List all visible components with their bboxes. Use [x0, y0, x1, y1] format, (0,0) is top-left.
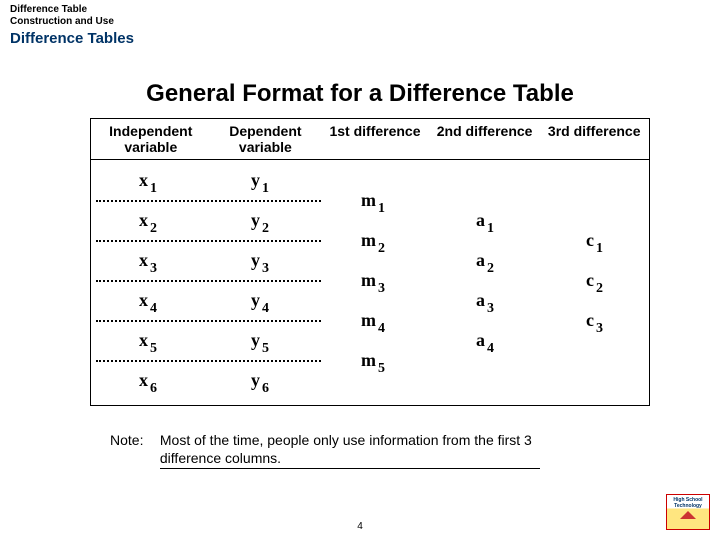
footnote-label: Note:	[110, 432, 156, 450]
col-header-3rd-diff: 3rd difference	[539, 119, 649, 159]
cell-x1: x1	[139, 170, 155, 191]
header-line-1: Difference Table	[10, 4, 87, 15]
slide-title: General Format for a Difference Table	[0, 80, 720, 108]
cell-y1: y1	[251, 170, 267, 191]
cell-c3: c3	[586, 310, 601, 331]
cell-y6: y6	[251, 370, 267, 391]
cell-a2: a2	[476, 250, 492, 271]
cell-a1: a1	[476, 210, 492, 231]
page-number: 4	[0, 521, 720, 532]
logo-badge: High SchoolTechnology	[666, 494, 710, 530]
cell-x5: x5	[139, 330, 155, 351]
row-separator	[96, 280, 321, 282]
row-separator	[96, 240, 321, 242]
row-separator	[96, 360, 321, 362]
cell-a3: a3	[476, 290, 492, 311]
cell-y5: y5	[251, 330, 267, 351]
cell-y4: y4	[251, 290, 267, 311]
col-header-1st-diff: 1st difference	[320, 119, 430, 159]
cell-m3: m3	[361, 270, 383, 291]
header-line-2: Construction and Use	[10, 16, 114, 27]
cell-y2: y2	[251, 210, 267, 231]
cell-x6: x6	[139, 370, 155, 391]
footnote-text: Most of the time, people only use inform…	[160, 432, 540, 469]
cell-x4: x4	[139, 290, 155, 311]
cell-m1: m1	[361, 190, 383, 211]
cell-c2: c2	[586, 270, 601, 291]
cell-a4: a4	[476, 330, 492, 351]
cell-y3: y3	[251, 250, 267, 271]
col-header-2nd-diff: 2nd difference	[430, 119, 540, 159]
section-title: Difference Tables	[10, 30, 134, 47]
col-header-independent: Independent variable	[91, 119, 211, 159]
cell-m2: m2	[361, 230, 383, 251]
cell-m4: m4	[361, 310, 383, 331]
row-separator	[96, 320, 321, 322]
cell-c1: c1	[586, 230, 601, 251]
cell-m5: m5	[361, 350, 383, 371]
cell-x3: x3	[139, 250, 155, 271]
table-header-row: Independent variable Dependent variable …	[91, 119, 649, 160]
cell-x2: x2	[139, 210, 155, 231]
difference-table: Independent variable Dependent variable …	[90, 118, 650, 406]
col-header-dependent: Dependent variable	[211, 119, 321, 159]
row-separator	[96, 200, 321, 202]
footnote: Note: Most of the time, people only use …	[110, 432, 540, 469]
table-body: x1 x2 x3 x4 x5 x6 y1 y2 y3 y4 y5 y6 m1 m…	[91, 160, 649, 405]
